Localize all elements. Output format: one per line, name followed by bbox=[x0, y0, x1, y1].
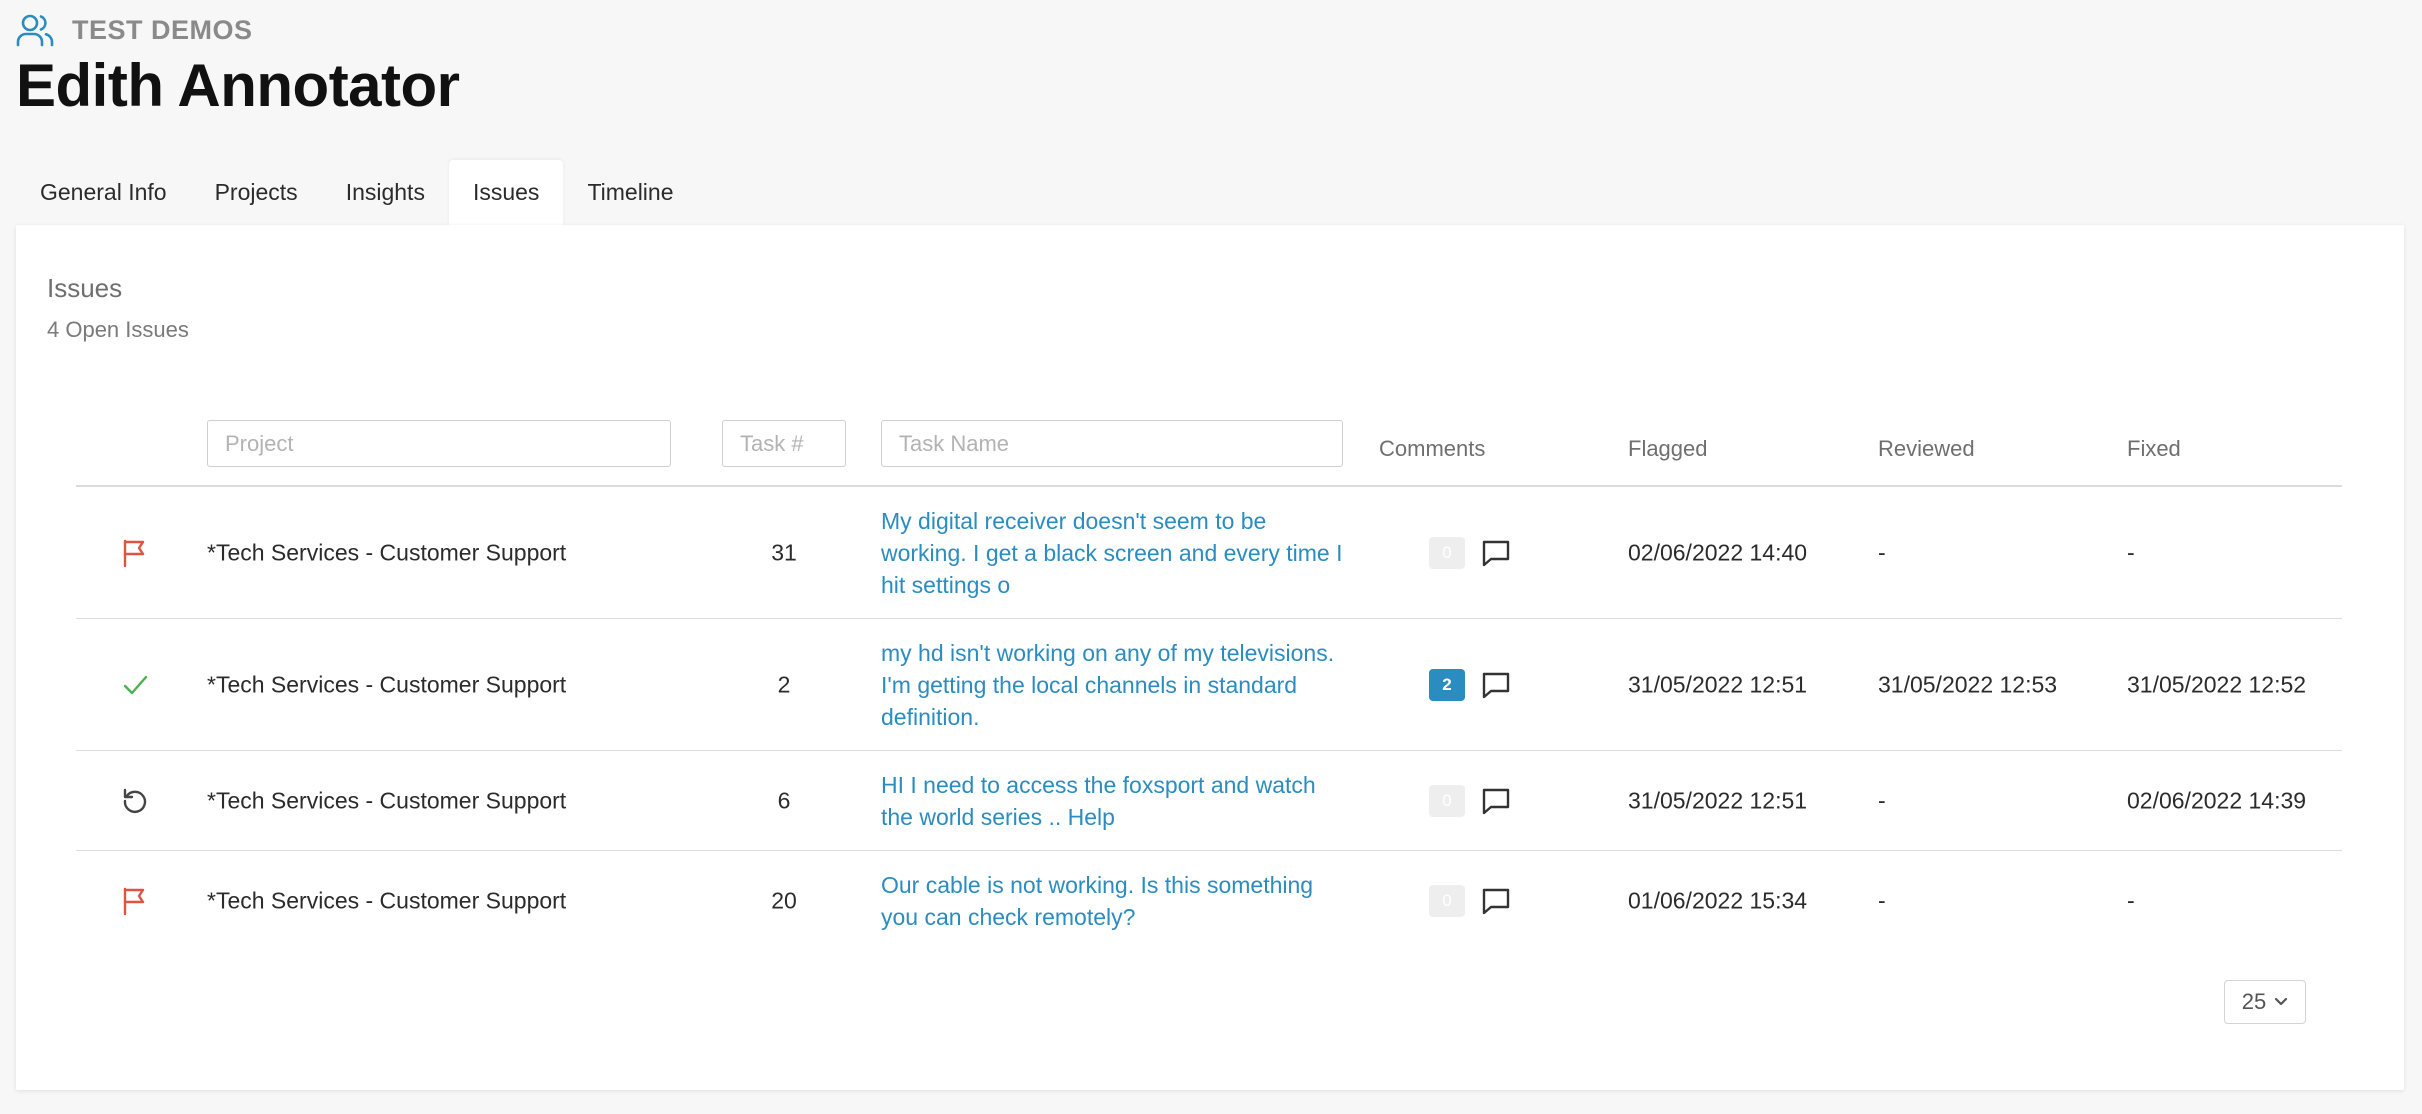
issues-table: Comments Flagged Reviewed Fixed *Tech Se… bbox=[76, 420, 2342, 951]
tab-projects[interactable]: Projects bbox=[191, 160, 322, 225]
reviewed-date: - bbox=[1878, 539, 1886, 565]
project-name: *Tech Services - Customer Support bbox=[207, 539, 567, 565]
tab-bar: General Info Projects Insights Issues Ti… bbox=[16, 160, 698, 225]
org-row: TEST DEMOS bbox=[16, 10, 460, 50]
comments-cell: 0 bbox=[1429, 536, 1511, 569]
comments-cell: 0 bbox=[1429, 784, 1511, 817]
task-name-link[interactable]: my hd isn't working on any of my televis… bbox=[881, 637, 1351, 733]
task-name-link[interactable]: My digital receiver doesn't seem to be w… bbox=[881, 505, 1351, 601]
task-name-filter-input[interactable] bbox=[881, 420, 1343, 467]
comment-count-badge: 0 bbox=[1429, 885, 1465, 917]
table-row: *Tech Services - Customer Support 31 My … bbox=[76, 487, 2342, 619]
panel-title: Issues bbox=[47, 273, 123, 303]
page-size-value: 25 bbox=[2241, 989, 2267, 1014]
page-size-select[interactable]: 25 bbox=[2224, 980, 2306, 1024]
column-header-fixed: Fixed bbox=[2127, 436, 2181, 461]
project-name: *Tech Services - Customer Support bbox=[207, 671, 567, 697]
reviewed-date: 31/05/2022 12:53 bbox=[1878, 671, 2058, 697]
flag-icon[interactable] bbox=[120, 886, 150, 916]
project-filter-input[interactable] bbox=[207, 420, 671, 467]
task-name-link[interactable]: Our cable is not working. Is this someth… bbox=[881, 869, 1351, 933]
column-header-flagged: Flagged bbox=[1628, 436, 1708, 461]
task-name-link[interactable]: HI I need to access the foxsport and wat… bbox=[881, 769, 1351, 833]
comments-cell: 0 bbox=[1429, 885, 1511, 917]
reviewed-date: - bbox=[1878, 787, 1886, 813]
reopen-icon[interactable] bbox=[120, 786, 150, 816]
task-number-filter-input[interactable] bbox=[722, 420, 846, 467]
fixed-date: - bbox=[2127, 887, 2135, 914]
chevron-down-icon bbox=[2274, 997, 2288, 1007]
users-icon bbox=[16, 13, 54, 47]
flag-icon[interactable] bbox=[120, 538, 150, 568]
fixed-date: 02/06/2022 14:39 bbox=[2127, 787, 2307, 813]
table-header: Comments Flagged Reviewed Fixed bbox=[76, 420, 2342, 487]
comment-icon[interactable] bbox=[1481, 887, 1511, 915]
table-row: *Tech Services - Customer Support 20 Our… bbox=[76, 851, 2342, 951]
comment-count-badge: 0 bbox=[1429, 536, 1465, 569]
tab-timeline[interactable]: Timeline bbox=[563, 160, 697, 225]
task-number: 20 bbox=[771, 887, 797, 914]
reviewed-date: - bbox=[1878, 887, 1886, 914]
org-name: TEST DEMOS bbox=[72, 14, 253, 45]
flagged-date: 02/06/2022 14:40 bbox=[1628, 539, 1808, 565]
column-header-comments: Comments bbox=[1379, 436, 1486, 461]
column-header-reviewed: Reviewed bbox=[1878, 436, 1975, 461]
page-title: Edith Annotator bbox=[16, 52, 460, 119]
page-header: TEST DEMOS Edith Annotator bbox=[16, 10, 460, 116]
tab-general-info[interactable]: General Info bbox=[16, 160, 191, 225]
check-icon[interactable] bbox=[120, 670, 150, 700]
comment-count-badge: 0 bbox=[1429, 784, 1465, 817]
task-number: 6 bbox=[777, 787, 791, 813]
fixed-date: - bbox=[2127, 539, 2135, 565]
comments-cell: 2 bbox=[1429, 668, 1511, 701]
tab-issues[interactable]: Issues bbox=[448, 160, 564, 225]
comment-icon[interactable] bbox=[1481, 539, 1511, 567]
table-row: *Tech Services - Customer Support 2 my h… bbox=[76, 619, 2342, 751]
flagged-date: 31/05/2022 12:51 bbox=[1628, 671, 1808, 697]
tab-insights[interactable]: Insights bbox=[322, 160, 449, 225]
comment-icon[interactable] bbox=[1481, 671, 1511, 699]
comment-icon[interactable] bbox=[1481, 787, 1511, 815]
task-number: 2 bbox=[777, 671, 791, 697]
project-name: *Tech Services - Customer Support bbox=[207, 887, 567, 914]
fixed-date: 31/05/2022 12:52 bbox=[2127, 671, 2307, 697]
comment-count-badge: 2 bbox=[1429, 668, 1465, 701]
task-number: 31 bbox=[771, 539, 797, 565]
issues-panel: Issues 4 Open Issues Comments Flagged Re… bbox=[16, 225, 2404, 1090]
flagged-date: 31/05/2022 12:51 bbox=[1628, 787, 1808, 813]
open-issues-count: 4 Open Issues bbox=[47, 317, 189, 342]
table-row: *Tech Services - Customer Support 6 HI I… bbox=[76, 751, 2342, 851]
project-name: *Tech Services - Customer Support bbox=[207, 787, 567, 813]
flagged-date: 01/06/2022 15:34 bbox=[1628, 887, 1808, 914]
